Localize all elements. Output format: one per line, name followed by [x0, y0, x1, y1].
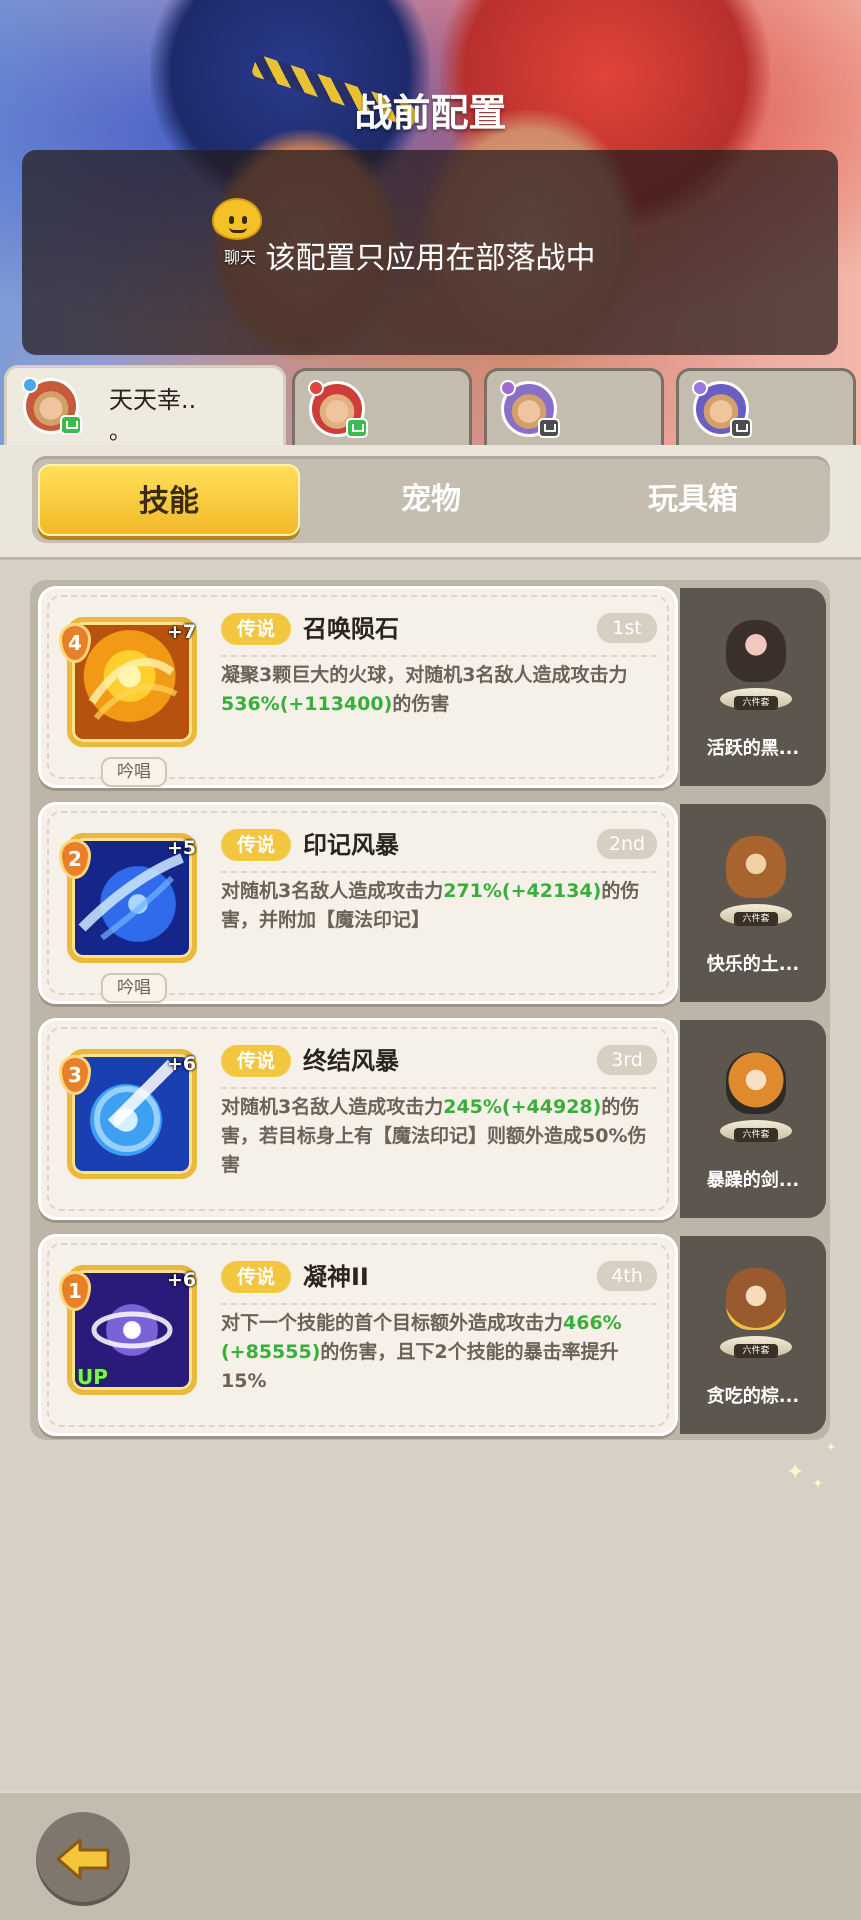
skill-plus-badge: +5	[167, 837, 197, 859]
rarity-tag: 传说	[221, 1045, 291, 1077]
player-tabs: 天天幸.. 。	[0, 365, 861, 445]
pet-slot[interactable]: 六件套 暴躁的剑...	[680, 1020, 826, 1218]
skill-damage-value: 245%(+44928)	[443, 1096, 602, 1118]
tab-pets[interactable]: 宠物	[300, 464, 562, 536]
pet-plaque: 六件套	[734, 1128, 778, 1142]
skill-card[interactable]: 1 +6 UP 传说 凝神II 4th 对下一个技能的首个目标额外造成攻击力46…	[38, 1234, 678, 1436]
tab-skills[interactable]: 技能	[38, 464, 300, 536]
skill-desc-text: 对随机3名敌人造成攻击力	[221, 880, 444, 902]
player-badge-icon	[22, 377, 38, 393]
pet-slot[interactable]: 六件套 活跃的黑...	[680, 588, 826, 786]
rank-tag: 3rd	[597, 1045, 657, 1075]
pet-boar-icon: 六件套	[720, 610, 792, 710]
skill-description: 凝聚3颗巨大的火球，对随机3名敌人造成攻击力 536%(+113400)的伤害	[221, 661, 661, 719]
skill-name: 凝神II	[303, 1263, 369, 1291]
pet-slot[interactable]: 六件套 快乐的土...	[680, 804, 826, 1002]
skill-card[interactable]: 4 +7 吟唱 传说 召唤陨石 1st 凝聚3颗巨大的火球，对随机3名敌人造成攻…	[38, 586, 678, 788]
title-divider	[221, 871, 657, 873]
skill-row: 2 +5 吟唱 传说 印记风暴 2nd 对随机3名敌人造成攻击力271%(+42…	[38, 802, 828, 1004]
cast-type-label: 吟唱	[101, 973, 167, 1003]
pet-plaque: 六件套	[734, 1344, 778, 1358]
skill-row: 3 +6 传说 终结风暴 3rd 对随机3名敌人造成攻击力245%(+44928…	[38, 1018, 828, 1220]
chat-emoji-icon[interactable]	[212, 198, 262, 240]
pet-squirrel-icon: 六件套	[720, 826, 792, 926]
skill-description: 对随机3名敌人造成攻击力245%(+44928)的伤害，若目标身上有【魔法印记】…	[221, 1093, 661, 1180]
player-badge-icon	[500, 380, 516, 396]
skill-card[interactable]: 3 +6 传说 终结风暴 3rd 对随机3名敌人造成攻击力245%(+44928…	[38, 1018, 678, 1220]
title-divider	[221, 655, 657, 657]
rarity-tag: 传说	[221, 829, 291, 861]
pet-name: 快乐的土...	[706, 954, 800, 975]
player-name: 天天幸..	[109, 386, 197, 414]
avatar	[500, 380, 560, 438]
rank-tag: 4th	[597, 1261, 657, 1291]
pet-bear-bee-icon: 六件套	[720, 1258, 792, 1358]
avatar	[308, 380, 368, 438]
back-arrow-icon	[56, 1838, 110, 1880]
skill-list: 4 +7 吟唱 传说 召唤陨石 1st 凝聚3颗巨大的火球，对随机3名敌人造成攻…	[30, 580, 830, 1440]
player-tab-2[interactable]	[292, 368, 472, 445]
skill-plus-badge: +6	[167, 1053, 197, 1075]
skill-description: 对随机3名敌人造成攻击力271%(+42134)的伤害，并附加【魔法印记】	[221, 877, 661, 935]
skill-plus-badge: +7	[167, 621, 197, 643]
sparkle-icon: ✦	[786, 1460, 805, 1485]
page-title: 战前配置	[354, 91, 507, 135]
skill-desc-text: 对随机3名敌人造成攻击力	[221, 1096, 444, 1118]
skill-name: 召唤陨石	[303, 615, 399, 643]
player-badge-icon	[692, 380, 708, 396]
category-tabs: 技能 宠物 玩具箱	[32, 456, 830, 543]
player-tab-1[interactable]: 天天幸.. 。	[4, 365, 286, 445]
tab-toybox[interactable]: 玩具箱	[562, 464, 824, 536]
skill-row: 1 +6 UP 传说 凝神II 4th 对下一个技能的首个目标额外造成攻击力46…	[38, 1234, 828, 1436]
skill-plus-badge: +6	[167, 1269, 197, 1291]
title-divider	[221, 1303, 657, 1305]
pet-name: 暴躁的剑...	[706, 1170, 800, 1191]
title-divider	[221, 1087, 657, 1089]
online-status-icon	[346, 418, 368, 438]
rank-tag: 1st	[597, 613, 657, 643]
rarity-tag: 传说	[221, 613, 291, 645]
pet-name: 贪吃的棕...	[706, 1386, 800, 1407]
skill-name: 终结风暴	[303, 1047, 399, 1075]
online-status-icon	[60, 415, 82, 435]
avatar	[22, 377, 82, 435]
skill-description: 对下一个技能的首个目标额外造成攻击力466%(+85555)的伤害，且下2个技能…	[221, 1309, 661, 1396]
player-badge-icon	[308, 380, 324, 396]
back-button[interactable]	[36, 1812, 130, 1906]
cast-type-label: 吟唱	[101, 757, 167, 787]
avatar	[692, 380, 752, 438]
skill-row: 4 +7 吟唱 传说 召唤陨石 1st 凝聚3颗巨大的火球，对随机3名敌人造成攻…	[38, 586, 828, 788]
rank-tag: 2nd	[597, 829, 657, 859]
rarity-tag: 传说	[221, 1261, 291, 1293]
pet-plaque: 六件套	[734, 912, 778, 926]
player-tab-3[interactable]	[484, 368, 664, 445]
offline-status-icon	[730, 418, 752, 438]
upgrade-badge: UP	[77, 1365, 108, 1389]
player-name-line2: 。	[109, 420, 132, 445]
skill-damage-value: 271%(+42134)	[443, 880, 602, 902]
skill-desc-text: 的伤害	[392, 693, 450, 715]
sparkle-icon: ✦	[812, 1476, 824, 1492]
offline-status-icon	[538, 418, 560, 438]
skill-desc-text: 对下一个技能的首个目标额外造成攻击力	[221, 1312, 564, 1334]
skill-card[interactable]: 2 +5 吟唱 传说 印记风暴 2nd 对随机3名敌人造成攻击力271%(+42…	[38, 802, 678, 1004]
skill-name: 印记风暴	[303, 831, 399, 859]
pet-name: 活跃的黑...	[706, 738, 800, 759]
pet-slot[interactable]: 六件套 贪吃的棕...	[680, 1236, 826, 1434]
sparkle-icon: ✦	[826, 1440, 837, 1454]
skill-damage-value: 536%(+113400)	[221, 693, 393, 715]
pet-raccoon-icon: 六件套	[720, 1042, 792, 1142]
player-tab-4[interactable]	[676, 368, 856, 445]
notice-text: 该配置只应用在部落战中	[265, 241, 596, 276]
skill-desc-text: 凝聚3颗巨大的火球，对随机3名敌人造成攻击力	[221, 664, 628, 686]
pet-plaque: 六件套	[734, 696, 778, 710]
chat-label: 聊天	[224, 248, 257, 267]
